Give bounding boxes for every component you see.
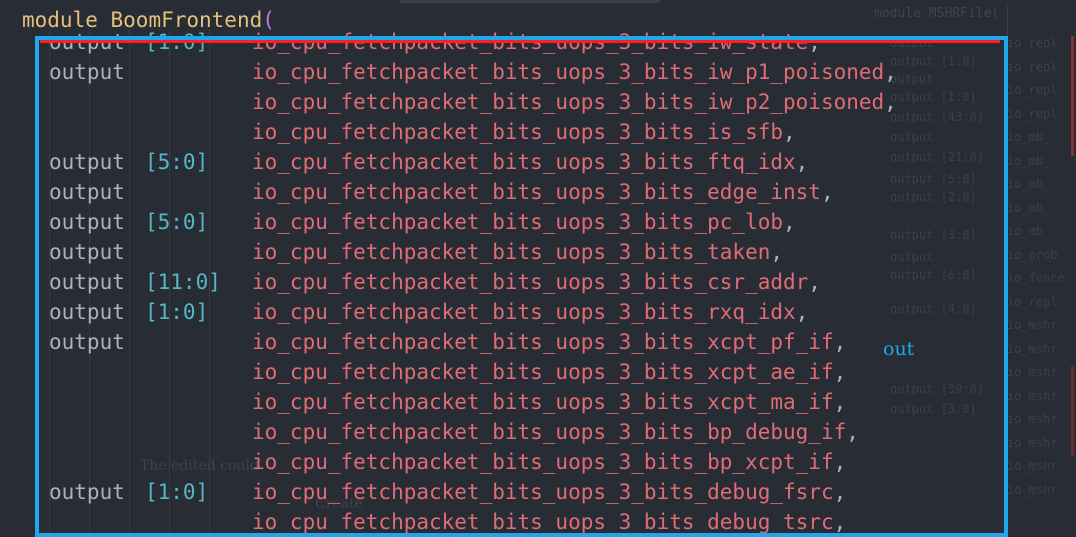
annotation-label: out: [883, 338, 915, 360]
minimap-title: module MSHRFile(: [874, 6, 1000, 21]
open-paren: (: [262, 8, 275, 32]
highlight-underline: [40, 40, 1000, 43]
module-keyword: module: [22, 8, 98, 32]
module-name: BoomFrontend: [110, 8, 263, 32]
highlight-box: [35, 36, 1008, 537]
top-scroll-indicator: [400, 0, 660, 3]
